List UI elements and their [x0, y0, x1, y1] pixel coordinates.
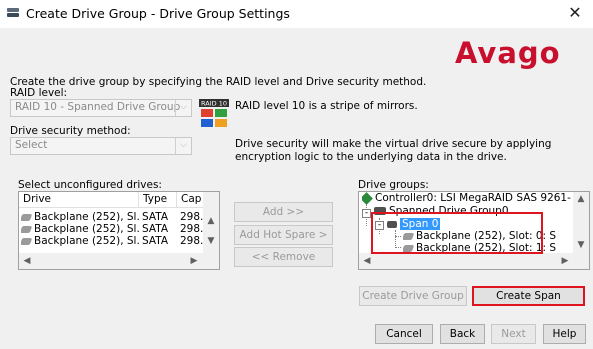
column-header-drive[interactable]: Drive	[19, 192, 139, 208]
table-row[interactable]: Backplane (252), Sl...	[21, 235, 139, 247]
security-method-label: Drive security method:	[10, 125, 131, 137]
next-button[interactable]: Next	[491, 324, 536, 344]
scroll-up-icon[interactable]: ▲	[204, 214, 218, 228]
tree-item-controller[interactable]: Controller0: LSI MegaRAID SAS 9261-	[362, 192, 571, 204]
add-hot-spare-button[interactable]: Add Hot Spare >	[234, 225, 333, 245]
create-span-button[interactable]: Create Span	[472, 286, 585, 306]
avago-logo: Avago	[455, 36, 561, 70]
row-cap: 298.0	[180, 211, 204, 223]
scroll-right-icon[interactable]: ▶	[187, 254, 201, 268]
column-header-type[interactable]: Type	[139, 192, 177, 208]
unconfigured-drives-label: Select unconfigured drives:	[18, 179, 162, 191]
unconfigured-drives-table[interactable]: Drive Type Cap Backplane (252), Sl... SA…	[18, 191, 220, 270]
hard-drive-icon	[21, 225, 33, 233]
scroll-left-icon[interactable]: ◀	[20, 254, 34, 268]
app-icon	[7, 8, 19, 17]
security-description: Drive security will make the virtual dri…	[235, 138, 552, 163]
column-header-cap[interactable]: Cap	[177, 192, 205, 208]
help-button[interactable]: Help	[543, 324, 586, 344]
cancel-button[interactable]: Cancel	[375, 324, 433, 344]
security-method-value: Select	[15, 139, 48, 151]
raid10-icon: RAID 10	[199, 99, 229, 127]
raid-description: RAID level 10 is a stripe of mirrors.	[235, 100, 418, 112]
table-row[interactable]: Backplane (252), Sl...	[21, 211, 139, 223]
scroll-left-icon[interactable]: ◀	[360, 254, 374, 268]
raid-level-select[interactable]: RAID 10 - Spanned Drive Group ⌵	[10, 99, 192, 117]
create-drive-group-button[interactable]: Create Drive Group	[359, 286, 467, 306]
controller-icon	[362, 192, 373, 204]
scroll-up-icon[interactable]: ▲	[574, 192, 588, 206]
intro-text: Create the drive group by specifying the…	[10, 76, 427, 88]
chevron-down-icon: ⌵	[175, 100, 191, 116]
remove-button[interactable]: << Remove	[234, 247, 333, 267]
highlight-box	[371, 212, 543, 254]
drive-groups-label: Drive groups:	[358, 179, 429, 191]
chevron-down-icon: ⌵	[175, 138, 191, 154]
horizontal-scrollbar[interactable]: ◀ ▶	[359, 253, 589, 269]
row-type: SATA	[142, 211, 169, 223]
collapse-toggle[interactable]: -	[362, 209, 371, 218]
horizontal-scrollbar[interactable]: ◀ ▶	[19, 253, 219, 269]
row-type: SATA	[142, 223, 169, 235]
security-method-select[interactable]: Select ⌵	[10, 137, 192, 155]
title-bar: Create Drive Group - Drive Group Setting…	[0, 0, 593, 28]
hard-drive-icon	[21, 237, 33, 245]
table-row[interactable]: Backplane (252), Sl...	[21, 223, 139, 235]
row-cap: 298.0	[180, 223, 204, 235]
scroll-down-icon[interactable]: ▼	[204, 234, 218, 248]
row-cap: 298.0	[180, 235, 204, 247]
close-button[interactable]: ✕	[565, 4, 585, 22]
raid10-icon-label: RAID 10	[201, 100, 227, 108]
hard-drive-icon	[21, 213, 33, 221]
back-button[interactable]: Back	[440, 324, 485, 344]
raid-level-label: RAID level:	[10, 87, 68, 99]
raid-level-value: RAID 10 - Spanned Drive Group	[15, 101, 181, 113]
window-title: Create Drive Group - Drive Group Setting…	[26, 6, 290, 21]
vertical-scrollbar[interactable]: ▲ ▼	[573, 192, 589, 254]
add-button[interactable]: Add >>	[234, 202, 333, 222]
vertical-scrollbar[interactable]: ▲ ▼	[203, 192, 219, 254]
row-type: SATA	[142, 235, 169, 247]
scroll-down-icon[interactable]: ▼	[574, 238, 588, 252]
scroll-right-icon[interactable]: ▶	[558, 254, 572, 268]
